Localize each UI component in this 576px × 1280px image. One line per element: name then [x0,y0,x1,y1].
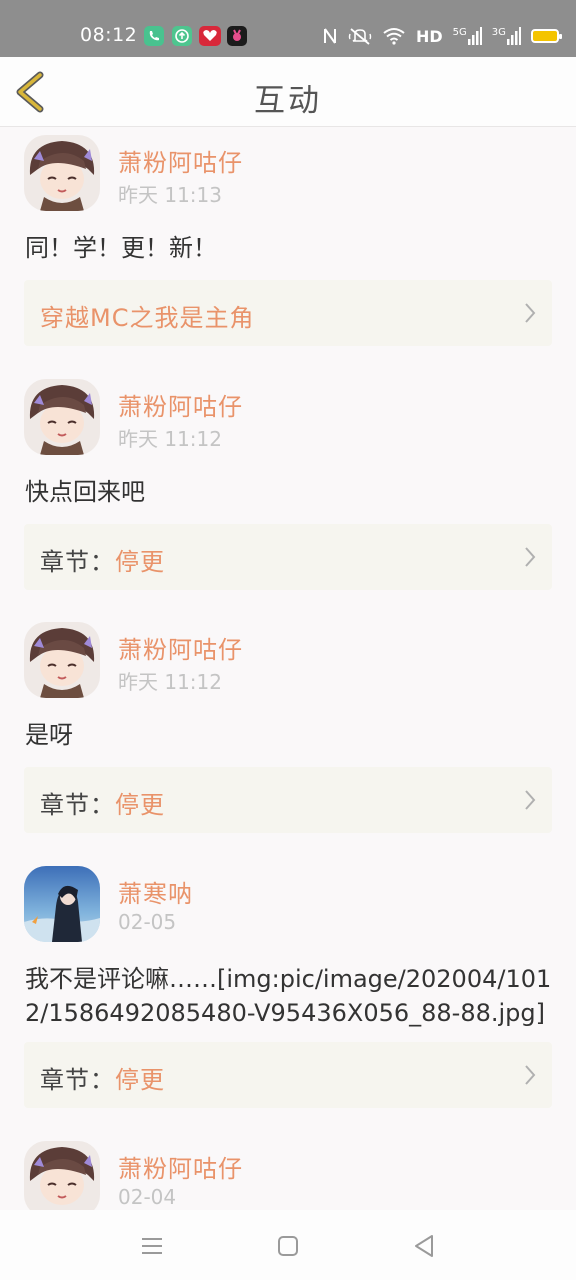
user-avatar[interactable] [24,135,100,211]
feed-item: 萧寒呐 02-05 我不是评论嘛……[img:pic/image/202004/… [0,858,576,1134]
nfc-icon [324,28,336,44]
upload-app-icon [172,26,192,46]
battery-icon [530,29,562,43]
anime-girl-avatar [24,379,100,455]
red-app-icon [199,26,221,46]
chapter-text: 章节：停更 [40,548,165,576]
signal-3g: 3G [492,27,521,45]
reference-text: 穿越MC之我是主角 [40,304,255,332]
comment-time: 昨天 11:13 [118,183,222,207]
screen: 08:12 HD 5G 3G 互动 萧粉阿咕仔 昨天 11:13 同！学！更！新… [0,0,576,1280]
user-name[interactable]: 萧寒呐 [118,874,193,909]
feed-item: 萧粉阿咕仔 02-04 [0,1137,576,1210]
user-name[interactable]: 萧粉阿咕仔 [118,387,243,422]
comment-text: 同！学！更！新！ [25,234,217,262]
anime-boy-blue-avatar [24,866,100,942]
status-time: 08:12 [80,24,138,46]
anime-girl-avatar [24,622,100,698]
page-title: 互动 [254,83,322,119]
chapter-link[interactable]: 章节：停更 [24,1042,552,1108]
user-avatar[interactable] [24,622,100,698]
user-avatar[interactable] [24,866,100,942]
user-avatar[interactable] [24,1141,100,1210]
feed-item: 萧粉阿咕仔 昨天 11:12 是呀 章节：停更 [0,614,576,854]
feed-item: 萧粉阿咕仔 昨天 11:13 同！学！更！新！ 穿越MC之我是主角 [0,127,576,367]
chevron-right-icon [525,1065,536,1085]
status-icons: HD 5G 3G [322,24,562,48]
feed-item: 萧粉阿咕仔 昨天 11:12 快点回来吧 章节：停更 [0,371,576,611]
chapter-text: 章节：停更 [40,1066,165,1094]
signal-5g: 5G [453,27,482,45]
chapter-link[interactable]: 章节：停更 [24,524,552,590]
anime-girl-avatar [24,135,100,211]
comment-text: 是呀 [25,721,73,749]
reference-link[interactable]: 穿越MC之我是主角 [24,280,552,346]
comment-text: 快点回来吧 [25,478,145,506]
comment-text: 我不是评论嘛……[img:pic/image/202004/1012/15864… [25,965,552,1027]
comment-time: 02-04 [118,1185,177,1209]
status-bar: 08:12 HD 5G 3G [0,0,576,57]
header: 互动 [0,57,576,127]
chevron-right-icon [525,790,536,810]
chevron-right-icon [525,547,536,567]
wifi-icon [383,28,405,45]
phone-app-icon [144,26,164,46]
system-nav-bar [0,1210,576,1280]
comment-time: 02-05 [118,910,177,934]
comment-time: 昨天 11:12 [118,427,222,451]
hd-indicator: HD [416,26,443,46]
comment-time: 昨天 11:12 [118,670,222,694]
dark-app-icon [227,26,247,46]
anime-girl-avatar [24,1141,100,1210]
chapter-link[interactable]: 章节：停更 [24,767,552,833]
user-name[interactable]: 萧粉阿咕仔 [118,630,243,665]
home-icon[interactable] [274,1232,302,1260]
chevron-right-icon [525,303,536,323]
interaction-feed: 萧粉阿咕仔 昨天 11:13 同！学！更！新！ 穿越MC之我是主角 萧粉阿咕仔 … [0,127,576,1210]
mute-icon [348,28,372,45]
chapter-text: 章节：停更 [40,791,165,819]
user-avatar[interactable] [24,379,100,455]
menu-icon[interactable] [138,1232,166,1260]
user-name[interactable]: 萧粉阿咕仔 [118,143,243,178]
user-name[interactable]: 萧粉阿咕仔 [118,1149,243,1184]
back-icon[interactable] [410,1232,438,1260]
